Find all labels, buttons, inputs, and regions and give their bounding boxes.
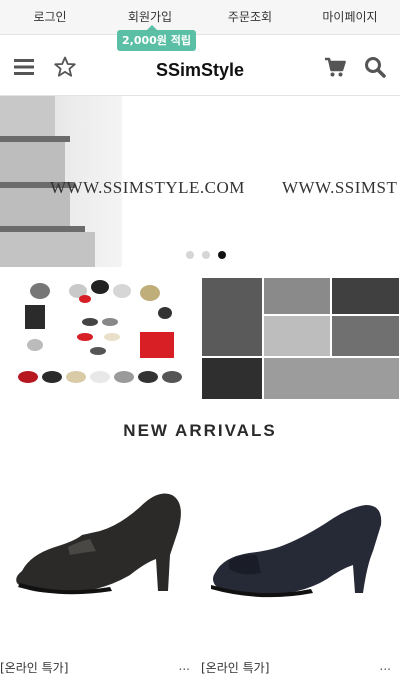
product-image-navy-pump (211, 505, 382, 598)
slide-text: WWW.SSIMSTYLE.COM (50, 178, 245, 197)
main-banner-slider[interactable]: WWW.SSIMSTYLE.COM WWW.SSIMST (0, 96, 400, 267)
product-name: [온라인 특가] (201, 661, 270, 675)
product-more: ... (379, 659, 391, 673)
search-icon[interactable] (364, 56, 386, 78)
slider-pagination (186, 251, 226, 259)
shoes-collage-banner[interactable] (201, 277, 400, 400)
product-more: ... (178, 659, 190, 673)
accessories-image (18, 280, 182, 383)
slider-dot-active[interactable] (218, 251, 226, 259)
site-header: SSimStyle (0, 36, 400, 96)
product-card[interactable]: [온라인 특가] ... (0, 455, 190, 675)
cart-icon[interactable] (324, 56, 346, 78)
slider-dot[interactable] (202, 251, 210, 259)
accessories-banner[interactable] (0, 277, 199, 400)
signup-reward-badge: 2,000원 적립 (117, 25, 196, 51)
slide-text-next: WWW.SSIMST (282, 178, 398, 197)
login-link[interactable]: 로그인 (0, 0, 100, 34)
product-name: [온라인 특가] (0, 661, 69, 675)
mypage-link[interactable]: 마이페이지 (300, 0, 400, 34)
product-image-loafer-heel (16, 493, 181, 595)
product-card[interactable]: [온라인 특가] ... (201, 455, 391, 675)
section-title-new-arrivals: NEW ARRIVALS (123, 421, 277, 440)
top-utility-bar: 로그인 회원가입 주문조회 마이페이지 (0, 0, 400, 35)
slider-dot[interactable] (186, 251, 194, 259)
order-lookup-link[interactable]: 주문조회 (200, 0, 300, 34)
